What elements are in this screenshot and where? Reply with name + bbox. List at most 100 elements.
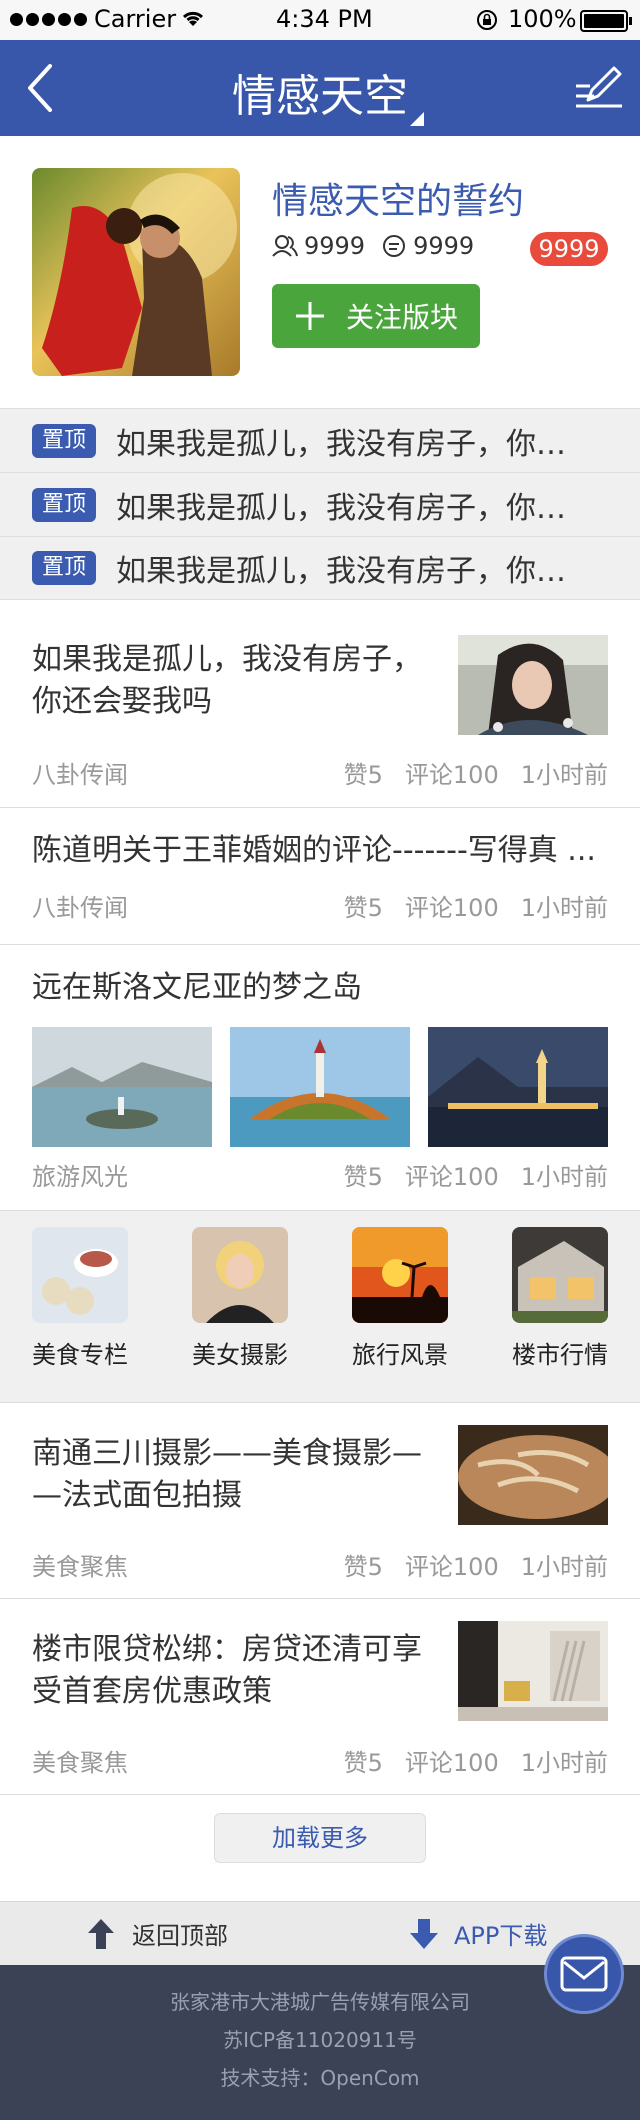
compose-icon[interactable]: [572, 60, 626, 114]
category-portrait[interactable]: 美女摄影: [180, 1227, 300, 1370]
pinned-title: 如果我是孤儿，我没有房子，你还会娶我吗: [116, 426, 586, 462]
article-gallery: [32, 1027, 608, 1147]
article-title: 楼市限贷松绑：房贷还清可享 受首套房优惠政策: [32, 1629, 422, 1713]
board-stats: 9999 9999: [272, 232, 490, 260]
posts-count: 9999: [413, 232, 475, 260]
category-label: 楼市行情: [512, 1341, 608, 1369]
article-item[interactable]: 远在斯洛文尼亚的梦之岛 旅游风光 赞5 评论100 1小时前: [0, 945, 640, 1211]
article-title-line: —法式面包拍摄: [32, 1478, 242, 1513]
article-comments: 评论100: [404, 761, 499, 789]
article-comments: 评论100: [404, 894, 499, 922]
article-source: 美食聚焦: [32, 1553, 128, 1581]
article-likes: 赞5: [343, 894, 383, 922]
article-item[interactable]: 陈道明关于王菲婚姻的评论-------写得真 ... 八卦传闻 赞5 评论100…: [0, 808, 640, 945]
members-count: 9999: [304, 232, 366, 260]
back-to-top-button[interactable]: 返回顶部: [86, 1916, 228, 1951]
board-header: 情感天空的誓约 9999 9999 9999 关注版块: [0, 136, 640, 408]
article-title-line: 南通三川摄影——美食摄影—: [32, 1436, 422, 1471]
category-image: [512, 1227, 608, 1323]
article-time: 1小时前: [520, 894, 608, 922]
article-thumbnail: [458, 635, 608, 735]
plus-icon: [295, 302, 324, 330]
article-comments: 评论100: [404, 1749, 499, 1777]
article-title: 如果我是孤儿，我没有房子， 你还会娶我吗: [32, 639, 422, 723]
nav-bar: 情感天空: [0, 40, 640, 136]
article-time: 1小时前: [520, 1553, 608, 1581]
article-title: 南通三川摄影——美食摄影— —法式面包拍摄: [32, 1433, 422, 1517]
pinned-title: 如果我是孤儿，我没有房子，你还会娶我吗: [116, 490, 586, 526]
pinned-title: 如果我是孤儿，我没有房子，你还会娶我吗: [116, 554, 586, 589]
footer: 张家港市大港城广告传媒有限公司 苏ICP备11020911号 技术支持：Open…: [0, 1965, 640, 2120]
category-label: 旅行风景: [352, 1341, 448, 1369]
article-source: 八卦传闻: [32, 761, 128, 789]
article-source: 旅游风光: [32, 1163, 128, 1191]
clock: 4:34 PM: [276, 5, 373, 33]
dropdown-caret-icon[interactable]: [410, 112, 424, 126]
article-title-line: 你还会娶我吗: [32, 684, 212, 719]
article-time: 1小时前: [520, 761, 608, 789]
category-image: [192, 1227, 288, 1323]
pinned-item[interactable]: 置顶 如果我是孤儿，我没有房子，你还会娶我吗: [0, 536, 640, 600]
message-button[interactable]: [544, 1934, 624, 2014]
rotation-lock-icon: [477, 10, 497, 30]
article-title: 陈道明关于王菲婚姻的评论-------写得真 ...: [32, 833, 596, 868]
article-item[interactable]: 南通三川摄影——美食摄影— —法式面包拍摄 美食聚焦 赞5 评论100 1小时前: [0, 1403, 640, 1599]
article-meta: 美食聚焦 赞5 评论100 1小时前: [32, 1547, 608, 1582]
category-image: [352, 1227, 448, 1323]
article-likes: 赞5: [343, 1749, 383, 1777]
category-housing[interactable]: 楼市行情: [500, 1227, 620, 1370]
pinned-tag: 置顶: [32, 551, 96, 585]
article-time: 1小时前: [520, 1749, 608, 1777]
category-grid: 美食专栏 美女摄影 旅行风景 楼市行情: [0, 1211, 640, 1403]
footer-company: 张家港市大港城广告传媒有限公司: [170, 1990, 470, 2014]
category-food[interactable]: 美食专栏: [20, 1227, 140, 1370]
article-item[interactable]: 如果我是孤儿，我没有房子， 你还会娶我吗 八卦传闻 赞5 评论100 1小时前: [0, 601, 640, 808]
article-likes: 赞5: [343, 1553, 383, 1581]
app-download-button[interactable]: APP下载: [408, 1916, 547, 1951]
comment-icon: [383, 235, 406, 257]
article-comments: 评论100: [404, 1163, 499, 1191]
gallery-image: [428, 1027, 608, 1147]
article-meta: 美食聚焦 赞5 评论100 1小时前: [32, 1743, 608, 1778]
carrier-label: Carrier: [94, 5, 177, 33]
download-icon: [410, 1918, 438, 1949]
battery-percent: 100%: [508, 5, 577, 33]
posts-stat: 9999: [381, 232, 474, 260]
pinned-list: 置顶 如果我是孤儿，我没有房子，你还会娶我吗 置顶 如果我是孤儿，我没有房子，你…: [0, 408, 640, 600]
category-label: 美食专栏: [32, 1341, 128, 1369]
signal-dots-icon: [10, 13, 87, 26]
app-download-label: APP下载: [454, 1922, 548, 1950]
article-meta: 旅游风光 赞5 评论100 1小时前: [32, 1157, 608, 1192]
article-item[interactable]: 楼市限贷松绑：房贷还清可享 受首套房优惠政策 美食聚焦 赞5 评论100 1小时…: [0, 1599, 640, 1795]
pinned-item[interactable]: 置顶 如果我是孤儿，我没有房子，你还会娶我吗: [0, 472, 640, 536]
article-time: 1小时前: [520, 1163, 608, 1191]
mail-icon: [560, 1956, 608, 1992]
load-more-button[interactable]: 加载更多: [214, 1813, 426, 1863]
follow-board-button[interactable]: 关注版块: [272, 284, 480, 348]
article-thumbnail: [458, 1621, 608, 1721]
article-meta: 八卦传闻 赞5 评论100 1小时前: [32, 888, 608, 923]
wifi-icon: [182, 11, 204, 26]
article-title: 远在斯洛文尼亚的梦之岛: [32, 970, 362, 1005]
article-source: 美食聚焦: [32, 1749, 128, 1777]
footer-support: 技术支持：OpenCom: [220, 2066, 420, 2090]
pinned-item[interactable]: 置顶 如果我是孤儿，我没有房子，你还会娶我吗: [0, 408, 640, 472]
count-badge: 9999: [530, 232, 608, 266]
page-title[interactable]: 情感天空: [0, 60, 640, 124]
gallery-image: [230, 1027, 410, 1147]
article-likes: 赞5: [343, 1163, 383, 1191]
article-meta: 八卦传闻 赞5 评论100 1小时前: [32, 755, 608, 790]
article-likes: 赞5: [343, 761, 383, 789]
article-source: 八卦传闻: [32, 894, 128, 922]
gallery-image: [32, 1027, 212, 1147]
article-title-line: 楼市限贷松绑：房贷还清可享: [32, 1632, 422, 1667]
users-icon: [272, 235, 298, 257]
article-title-line: 受首套房优惠政策: [32, 1674, 272, 1709]
members-stat: 9999: [272, 232, 365, 260]
article-thumbnail: [458, 1425, 608, 1525]
category-label: 美女摄影: [192, 1341, 288, 1369]
footer-icp: 苏ICP备11020911号: [223, 2028, 417, 2052]
bottom-bar: 返回顶部 APP下载: [0, 1901, 640, 1965]
category-travel[interactable]: 旅行风景: [340, 1227, 460, 1370]
follow-label: 关注版块: [345, 301, 458, 334]
